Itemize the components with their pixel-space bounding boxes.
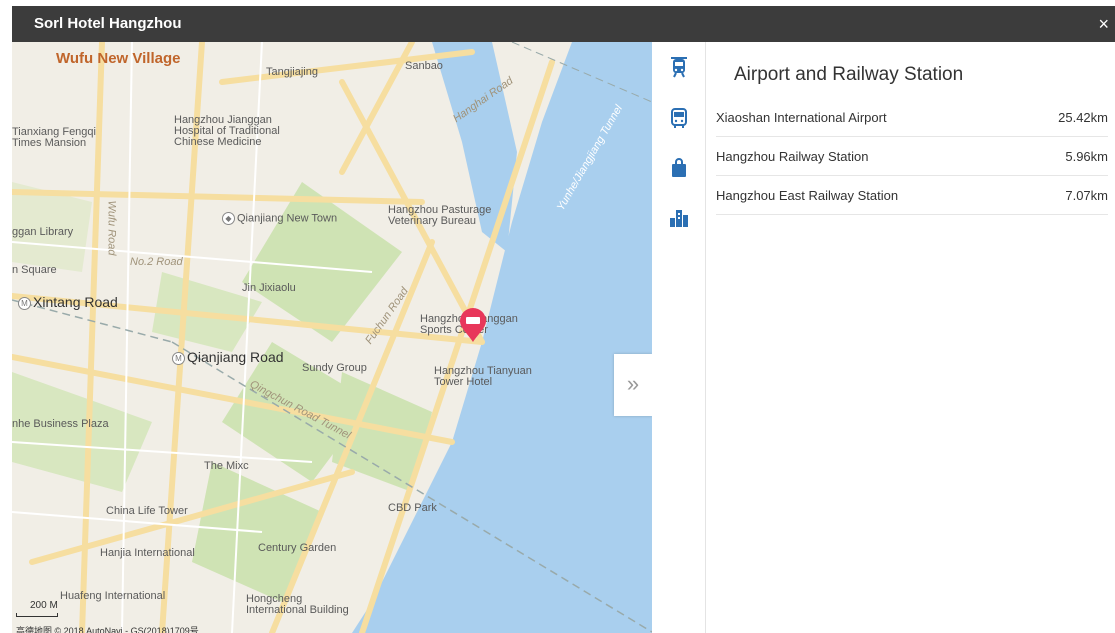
- category-landmark-button[interactable]: [667, 206, 691, 230]
- map-label-qianjiang-new-town: ◆ Qianjiang New Town: [222, 212, 337, 225]
- hotel-marker-icon[interactable]: [458, 308, 488, 344]
- map-label-jin-jixiaolu: Jin Jixiaolu: [242, 282, 296, 294]
- map-label-pasturage: Hangzhou Pasturage Veterinary Bureau: [388, 204, 492, 227]
- map-label-wufu-road: Wufu Road: [105, 200, 118, 256]
- dialog-title: Sorl Hotel Hangzhou: [34, 15, 182, 32]
- list-item[interactable]: Hangzhou Railway Station 5.96km: [716, 137, 1108, 176]
- map-label-sanbao: Sanbao: [405, 60, 443, 72]
- hotel-map-dialog: Sorl Hotel Hangzhou × Wufu New Village T…: [12, 6, 1115, 633]
- map-label-tianyuan: Hangzhou Tianyuan Tower Hotel: [434, 365, 532, 388]
- scale-bar: [16, 613, 58, 617]
- map-label-xintang-road: M Xintang Road: [18, 294, 118, 310]
- list-item[interactable]: Hangzhou East Railway Station 7.07km: [716, 176, 1108, 215]
- map-label-hanjia: Hanjia International: [100, 547, 195, 559]
- metro-icon: M: [18, 296, 31, 310]
- map-label-china-life: China Life Tower: [106, 505, 188, 517]
- map-label-qianjiang-new-town-text: Qianjiang New Town: [237, 212, 338, 225]
- map-label-cbd-park: CBD Park: [388, 502, 437, 514]
- station-distance: 5.96km: [1065, 149, 1108, 164]
- map-label-qianjiang-road: M Qianjiang Road: [172, 349, 284, 365]
- map-label-century-garden: Century Garden: [258, 542, 337, 554]
- map-label-hongcheng: Hongcheng International Building: [246, 593, 349, 616]
- category-shopping-button[interactable]: [667, 156, 691, 180]
- panel-title: Airport and Railway Station: [734, 64, 964, 85]
- station-distance: 7.07km: [1065, 188, 1108, 203]
- category-transport-button[interactable]: [667, 56, 691, 80]
- station-distance: 25.42km: [1058, 110, 1108, 125]
- map-label-the-mixc: The Mixc: [204, 460, 249, 472]
- shopping-bag-icon: [672, 158, 686, 177]
- close-button[interactable]: ×: [1098, 14, 1109, 34]
- category-bar: [652, 42, 706, 633]
- poi-icon: ◆: [222, 212, 235, 225]
- station-name: Hangzhou Railway Station: [716, 149, 869, 164]
- map-view[interactable]: Wufu New Village Tangjiajing Sanbao Hang…: [12, 42, 652, 633]
- map-label-sundy-group: Sundy Group: [302, 362, 367, 374]
- station-name: Xiaoshan International Airport: [716, 110, 887, 125]
- map-label-tianxiang: Tianxiang Fengqi Times Mansion: [12, 126, 96, 149]
- map-label-wufu-new-village: Wufu New Village: [56, 50, 181, 67]
- building-icon: [670, 210, 688, 227]
- map-label-library: ggan Library: [12, 226, 74, 238]
- expand-panel-button[interactable]: »: [614, 354, 652, 416]
- map-label-business-plaza: nhe Business Plaza: [12, 418, 109, 430]
- map-label-no2-road: No.2 Road: [130, 256, 183, 268]
- map-label-hospital: Hangzhou Jianggan Hospital of Traditiona…: [174, 114, 280, 148]
- title-bar: Sorl Hotel Hangzhou ×: [12, 6, 1115, 42]
- scale-label: 200 M: [30, 600, 58, 611]
- category-bus-button[interactable]: [667, 106, 691, 130]
- nearby-panel: Airport and Railway Station Xiaoshan Int…: [706, 42, 1115, 633]
- station-name: Hangzhou East Railway Station: [716, 188, 899, 203]
- map-copyright: 高德地图 © 2018 AutoNavi - GS(2018)1709号: [16, 626, 199, 633]
- map-label-xintang-road-text: Xintang Road: [33, 294, 118, 310]
- metro-icon: M: [172, 351, 185, 365]
- map-label-qianjiang-road-text: Qianjiang Road: [187, 349, 284, 365]
- bus-icon: [671, 108, 687, 128]
- map-label-tangjiajing: Tangjiajing: [266, 66, 318, 78]
- train-icon: [671, 57, 687, 78]
- map-label-huafeng: Huafeng International: [60, 590, 166, 602]
- list-item[interactable]: Xiaoshan International Airport 25.42km: [716, 98, 1108, 137]
- map-label-square: n Square: [12, 264, 57, 276]
